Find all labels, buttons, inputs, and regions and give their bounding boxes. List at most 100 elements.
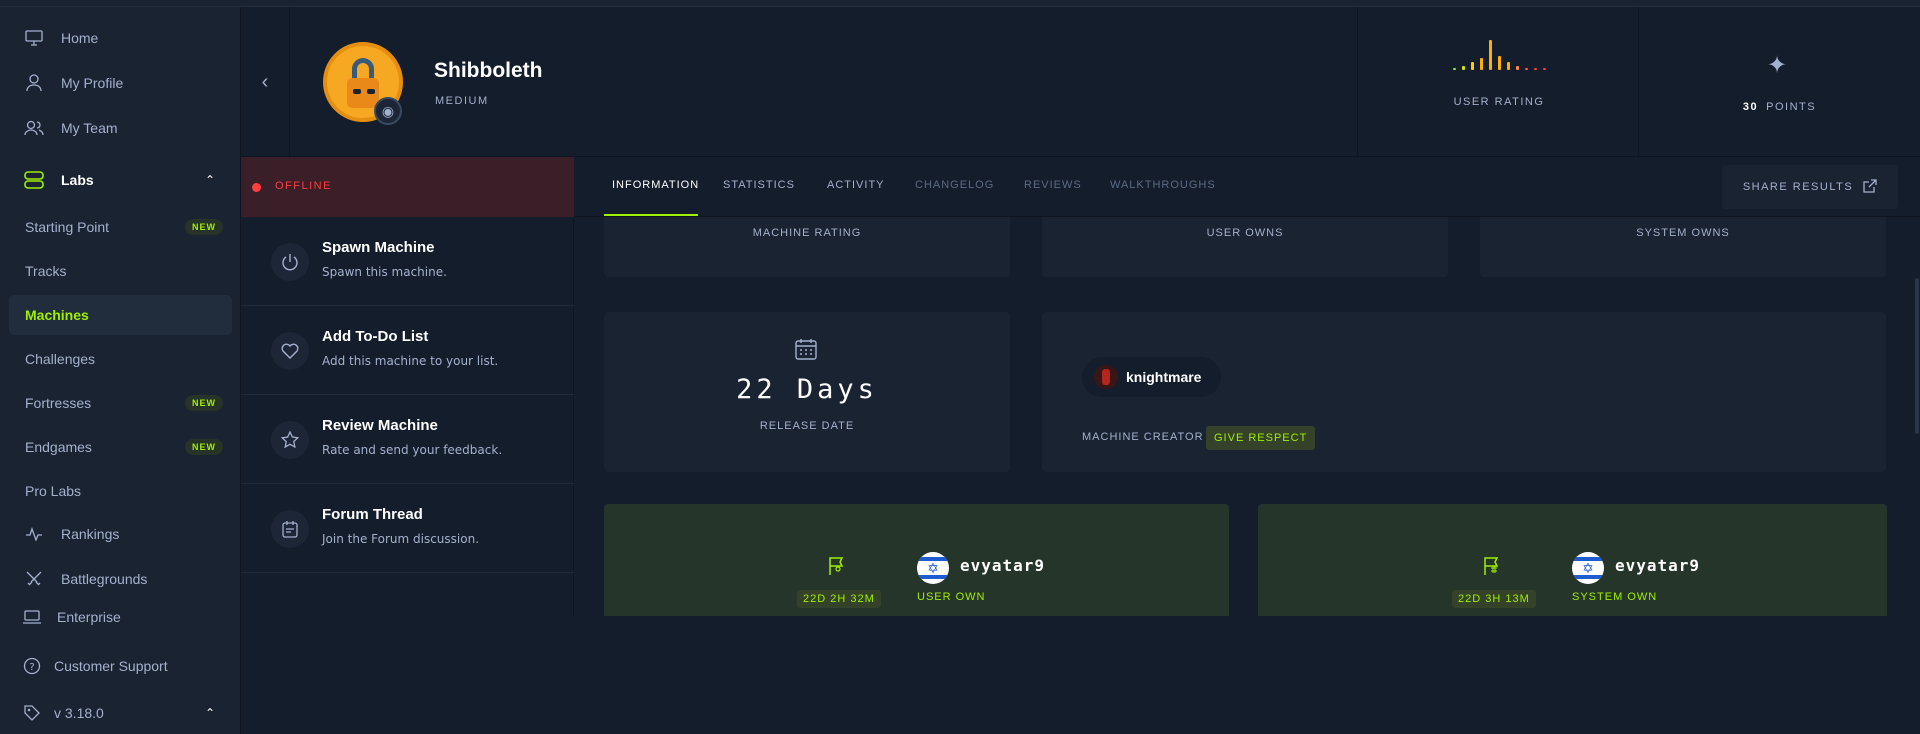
user-own-username[interactable]: evyatar9 — [960, 556, 1045, 575]
points-text: 30 POINTS — [1639, 101, 1920, 113]
rating-bar — [1507, 62, 1510, 70]
review-machine-action[interactable]: Review Machine Rate and send your feedba… — [241, 395, 574, 484]
tab-reviews[interactable]: REVIEWS — [1024, 179, 1082, 191]
sidebar-item-challenges[interactable]: Challenges — [0, 339, 241, 379]
system-own-card: 22D 3H 13M ✡ evyatar9 SYSTEM OWN — [1258, 504, 1887, 616]
rating-bar — [1543, 68, 1546, 70]
rating-bar — [1516, 66, 1519, 70]
sidebar-item-label: Fortresses — [25, 395, 92, 411]
new-badge: NEW — [185, 219, 223, 235]
forum-thread-action[interactable]: Forum Thread Join the Forum discussion. — [241, 484, 574, 573]
sidebar-item-label: Enterprise — [57, 609, 121, 625]
creator-profile-link[interactable]: knightmare — [1082, 357, 1221, 397]
action-description: Spawn this machine. — [322, 265, 447, 279]
sidebar-item-labs[interactable]: Labs ⌃ — [0, 160, 241, 200]
machine-tabs: INFORMATION STATISTICS ACTIVITY CHANGELO… — [574, 157, 1920, 217]
sidebar-item-enterprise[interactable]: Enterprise — [0, 597, 241, 637]
tab-activity[interactable]: ACTIVITY — [827, 179, 885, 191]
action-description: Rate and send your feedback. — [322, 443, 503, 457]
tab-walkthroughs[interactable]: WALKTHROUGHS — [1110, 179, 1216, 191]
action-title: Add To-Do List — [322, 328, 429, 345]
add-todo-action[interactable]: Add To-Do List Add this machine to your … — [241, 306, 574, 395]
sidebar-item-customer-support[interactable]: ? Customer Support — [0, 646, 241, 686]
tab-information[interactable]: INFORMATION — [612, 179, 699, 191]
sidebar-item-my-profile[interactable]: My Profile — [0, 63, 241, 103]
sidebar-item-pro-labs[interactable]: Pro Labs — [0, 471, 241, 511]
points-label: POINTS — [1766, 101, 1817, 113]
rating-bar — [1462, 66, 1465, 70]
labs-icon — [24, 170, 44, 190]
tag-icon — [22, 703, 42, 723]
avatar — [1094, 365, 1118, 389]
sidebar-item-label: Home — [61, 30, 99, 46]
sidebar-item-label: My Profile — [61, 75, 124, 91]
sidebar-item-fortresses[interactable]: Fortresses NEW — [0, 383, 241, 423]
rating-bars-chart — [1453, 40, 1553, 70]
sidebar-item-battlegrounds[interactable]: Battlegrounds — [0, 559, 241, 599]
information-content: MACHINE RATING USER OWNS SYSTEM OWNS 22 … — [574, 217, 1920, 616]
sidebar-item-tracks[interactable]: Tracks — [0, 251, 241, 291]
user-own-card: 22D 2H 32M ✡ evyatar9 USER OWN — [604, 504, 1229, 616]
rating-bar — [1489, 40, 1492, 70]
sidebar-item-machines[interactable]: Machines — [9, 295, 232, 335]
rating-bar — [1498, 56, 1501, 70]
user-owns-label: USER OWNS — [1206, 227, 1284, 239]
share-results-label: SHARE RESULTS — [1742, 181, 1854, 193]
sidebar-item-label: Tracks — [25, 263, 67, 279]
rating-bar — [1453, 68, 1456, 70]
status-text: OFFLINE — [275, 180, 332, 192]
action-title: Review Machine — [322, 417, 438, 434]
creator-name: knightmare — [1126, 369, 1202, 385]
sidebar-item-endgames[interactable]: Endgames NEW — [0, 427, 241, 467]
chevron-up-icon[interactable]: ⌃ — [205, 706, 215, 720]
sidebar-item-home[interactable]: Home — [0, 18, 241, 58]
sidebar-item-version[interactable]: v 3.18.0 ⌃ — [0, 693, 241, 733]
chevron-left-icon: ‹ — [261, 70, 269, 93]
share-results-button[interactable]: SHARE RESULTS — [1722, 165, 1898, 209]
forum-icon — [271, 510, 309, 548]
action-title: Spawn Machine — [322, 239, 435, 256]
release-date-value: 22 Days — [736, 374, 878, 405]
system-own-time: 22D 3H 13M — [1452, 590, 1536, 608]
laptop-icon — [22, 607, 42, 627]
system-owns-card: SYSTEM OWNS — [1480, 217, 1886, 277]
sidebar-item-my-team[interactable]: My Team — [0, 108, 241, 148]
chevron-up-icon[interactable]: ⌃ — [205, 173, 215, 187]
machine-difficulty: MEDIUM — [435, 95, 489, 107]
back-button[interactable]: ‹ — [241, 7, 290, 157]
israel-flag-icon: ✡ — [1572, 552, 1604, 584]
action-description: Add this machine to your list. — [322, 354, 499, 368]
machine-rating-card: MACHINE RATING — [604, 217, 1010, 277]
give-respect-button[interactable]: GIVE RESPECT — [1206, 426, 1316, 450]
version-label: v 3.18.0 — [54, 705, 104, 721]
machine-creator-card: knightmare MACHINE CREATOR GIVE RESPECT — [1042, 312, 1886, 472]
spawn-machine-action[interactable]: Spawn Machine Spawn this machine. — [241, 217, 574, 306]
content-scrollbar[interactable] — [1915, 278, 1919, 434]
top-strip — [0, 0, 1920, 7]
release-date-card: 22 Days RELEASE DATE — [604, 312, 1010, 472]
sidebar-item-label: Labs — [61, 172, 94, 188]
machine-status: OFFLINE — [241, 157, 574, 217]
sidebar-item-label: Starting Point — [25, 219, 110, 235]
tab-changelog[interactable]: CHANGELOG — [915, 179, 994, 191]
points-value: 30 — [1742, 101, 1759, 113]
users-icon — [24, 118, 44, 138]
new-badge: NEW — [185, 439, 223, 455]
sidebar-item-starting-point[interactable]: Starting Point NEW — [0, 207, 241, 247]
release-date-label: RELEASE DATE — [759, 420, 855, 432]
sidebar-item-rankings[interactable]: Rankings — [0, 514, 241, 554]
external-link-icon — [1863, 178, 1877, 196]
active-tab-indicator — [604, 214, 698, 216]
sidebar-item-label: Pro Labs — [25, 483, 82, 499]
system-own-username[interactable]: evyatar9 — [1615, 556, 1700, 575]
rating-bar — [1480, 58, 1483, 70]
system-flag-icon — [1482, 556, 1502, 581]
tab-statistics[interactable]: STATISTICS — [723, 179, 795, 191]
user-own-time: 22D 2H 32M — [797, 590, 881, 608]
sidebar-item-label: Challenges — [25, 351, 96, 367]
rating-bar — [1525, 68, 1528, 70]
os-icon: ◉ — [374, 97, 402, 125]
monitor-icon — [24, 28, 44, 48]
sidebar-item-label: Customer Support — [54, 658, 168, 674]
sidebar-item-label: Machines — [25, 307, 89, 323]
